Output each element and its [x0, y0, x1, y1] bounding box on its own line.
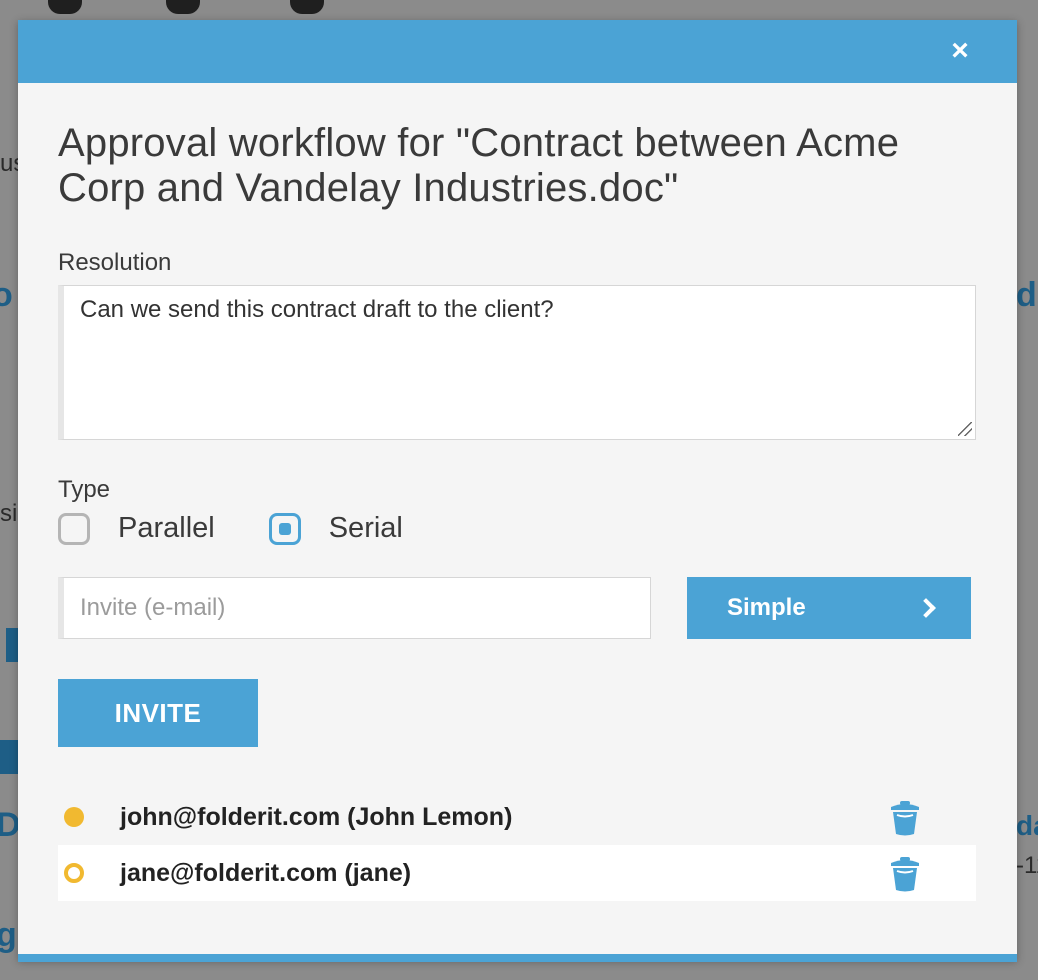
invite-email-input[interactable] — [58, 577, 651, 639]
resolution-text: Can we send this contract draft to the c… — [80, 296, 554, 323]
resolution-label: Resolution — [58, 249, 172, 276]
radio-label: Parallel — [118, 512, 215, 544]
invite-button[interactable]: INVITE — [58, 679, 258, 747]
bg-block — [6, 628, 18, 662]
approval-workflow-modal: × Approval workflow for "Contract betwee… — [18, 20, 1017, 962]
type-label: Type — [58, 476, 111, 503]
modal-bottom-bar — [18, 954, 1017, 962]
modal-header: × — [18, 20, 1017, 83]
trash-icon[interactable] — [888, 855, 922, 893]
resolution-textarea[interactable]: Can we send this contract draft to the c… — [58, 285, 976, 440]
list-item: john@folderit.com (John Lemon) — [58, 789, 976, 845]
radio-unchecked-icon[interactable] — [58, 512, 90, 545]
status-dot-filled-icon — [64, 807, 84, 827]
type-option-serial[interactable]: Serial — [268, 512, 403, 545]
radio-label: Serial — [328, 512, 403, 544]
bg-text: do — [1016, 276, 1038, 314]
radio-checked-icon[interactable] — [268, 512, 301, 545]
bg-text: o — [0, 276, 13, 314]
type-radio-group: Parallel Serial — [58, 512, 977, 545]
type-option-parallel[interactable]: Parallel — [58, 512, 215, 545]
bg-text: si — [0, 500, 18, 527]
download-icon — [166, 0, 200, 14]
bell-icon — [48, 0, 82, 14]
bg-block — [0, 740, 18, 774]
bg-text: da — [1016, 810, 1038, 841]
mode-select-button[interactable]: Simple — [687, 577, 971, 639]
mode-button-label: Simple — [727, 594, 806, 621]
list-item: jane@folderit.com (jane) — [58, 845, 976, 901]
trash-icon[interactable] — [888, 799, 922, 837]
invite-row: Simple — [58, 577, 977, 639]
close-icon[interactable]: × — [945, 36, 975, 66]
invitee-label: jane@folderit.com (jane) — [120, 858, 412, 887]
chevron-right-icon — [916, 598, 936, 618]
modal-body: Approval workflow for "Contract between … — [18, 83, 1017, 901]
invitee-label: john@folderit.com (John Lemon) — [120, 802, 513, 831]
invitee-list: john@folderit.com (John Lemon) jane@fold… — [58, 789, 976, 901]
bg-text: g — [0, 916, 17, 954]
status-dot-hollow-icon — [64, 863, 84, 883]
resize-handle[interactable] — [958, 422, 972, 436]
modal-title: Approval workflow for "Contract between … — [58, 121, 900, 210]
bg-text: -11 — [1016, 852, 1038, 879]
trash-icon — [290, 0, 324, 14]
